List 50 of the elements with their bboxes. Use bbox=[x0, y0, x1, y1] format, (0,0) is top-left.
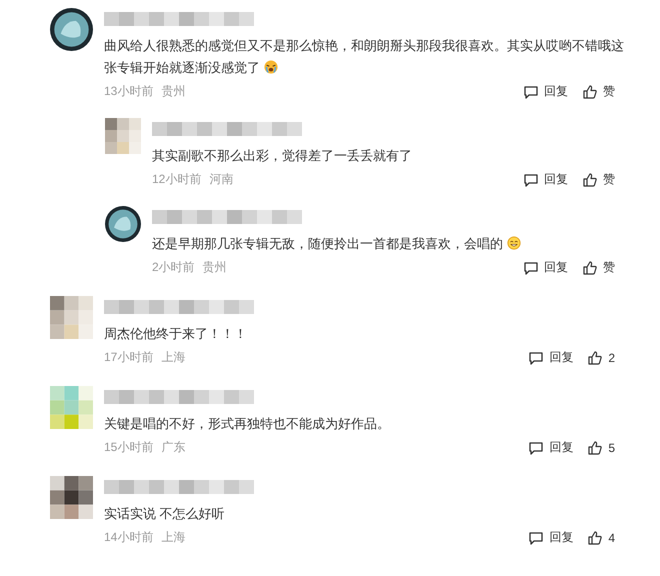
reply-button[interactable]: 回复 bbox=[528, 439, 574, 456]
comment-text: 其实副歌不那么出彩，觉得差了一丢丢就有了 bbox=[152, 147, 413, 165]
reply-button[interactable]: 回复 bbox=[523, 259, 568, 276]
reply-button[interactable]: 回复 bbox=[523, 171, 568, 188]
reply-button[interactable]: 回复 bbox=[523, 83, 568, 100]
timestamp: 13小时前 bbox=[104, 83, 154, 100]
avatar bbox=[50, 476, 93, 519]
comment-icon bbox=[523, 260, 539, 276]
comment-icon bbox=[528, 440, 544, 456]
timestamp: 2小时前 bbox=[152, 259, 195, 276]
avatar bbox=[50, 296, 93, 339]
comment-icon bbox=[523, 172, 539, 188]
avatar bbox=[50, 386, 93, 429]
like-button[interactable]: 赞 bbox=[582, 83, 615, 100]
reply-button[interactable]: 回复 bbox=[528, 349, 574, 366]
like-button[interactable]: 5 bbox=[587, 440, 615, 456]
timestamp: 12小时前 bbox=[152, 171, 202, 188]
timestamp: 17小时前 bbox=[104, 349, 154, 366]
comment-text: 曲风给人很熟悉的感觉但又不是那么惊艳，和朗朗掰头那段我很喜欢。其实从哎哟不错哦这张专辑开始就逐渐没感觉了 bbox=[104, 37, 625, 77]
thumbs-up-icon bbox=[582, 260, 598, 276]
avatar bbox=[105, 206, 141, 242]
comment-text: 还是早期那几张专辑无敌，随便拎出一首都是我喜欢，会唱的 bbox=[152, 233, 635, 255]
avatar bbox=[50, 8, 93, 51]
location: 上海 bbox=[161, 530, 186, 544]
comment-icon bbox=[528, 350, 544, 366]
like-button[interactable]: 赞 bbox=[582, 259, 615, 276]
comment-icon bbox=[523, 84, 539, 100]
location: 贵州 bbox=[202, 260, 227, 274]
location: 贵州 bbox=[161, 84, 186, 98]
thumbs-up-icon bbox=[587, 530, 604, 546]
timestamp: 15小时前 bbox=[104, 439, 154, 456]
timestamp: 14小时前 bbox=[104, 529, 154, 546]
comment-text: 关键是唱的不好，形式再独特也不能成为好作品。 bbox=[104, 415, 391, 433]
thumbs-up-icon bbox=[587, 350, 604, 366]
location: 上海 bbox=[161, 350, 186, 364]
avatar bbox=[105, 118, 141, 154]
thumbs-up-icon bbox=[587, 440, 604, 456]
like-button[interactable]: 2 bbox=[587, 350, 615, 366]
smiling-emoji-icon bbox=[507, 236, 521, 250]
like-button[interactable]: 4 bbox=[587, 530, 615, 546]
location: 广东 bbox=[161, 440, 186, 454]
like-button[interactable]: 赞 bbox=[582, 171, 615, 188]
comment-text: 周杰伦他终于来了！！！ bbox=[104, 325, 248, 343]
crying-emoji-icon bbox=[264, 60, 278, 74]
comment-icon bbox=[528, 530, 544, 546]
reply-button[interactable]: 回复 bbox=[528, 529, 574, 546]
thumbs-up-icon bbox=[582, 84, 598, 100]
thumbs-up-icon bbox=[582, 172, 598, 188]
location: 河南 bbox=[209, 172, 234, 186]
comment-text: 实话实说 不怎么好听 bbox=[104, 505, 226, 523]
